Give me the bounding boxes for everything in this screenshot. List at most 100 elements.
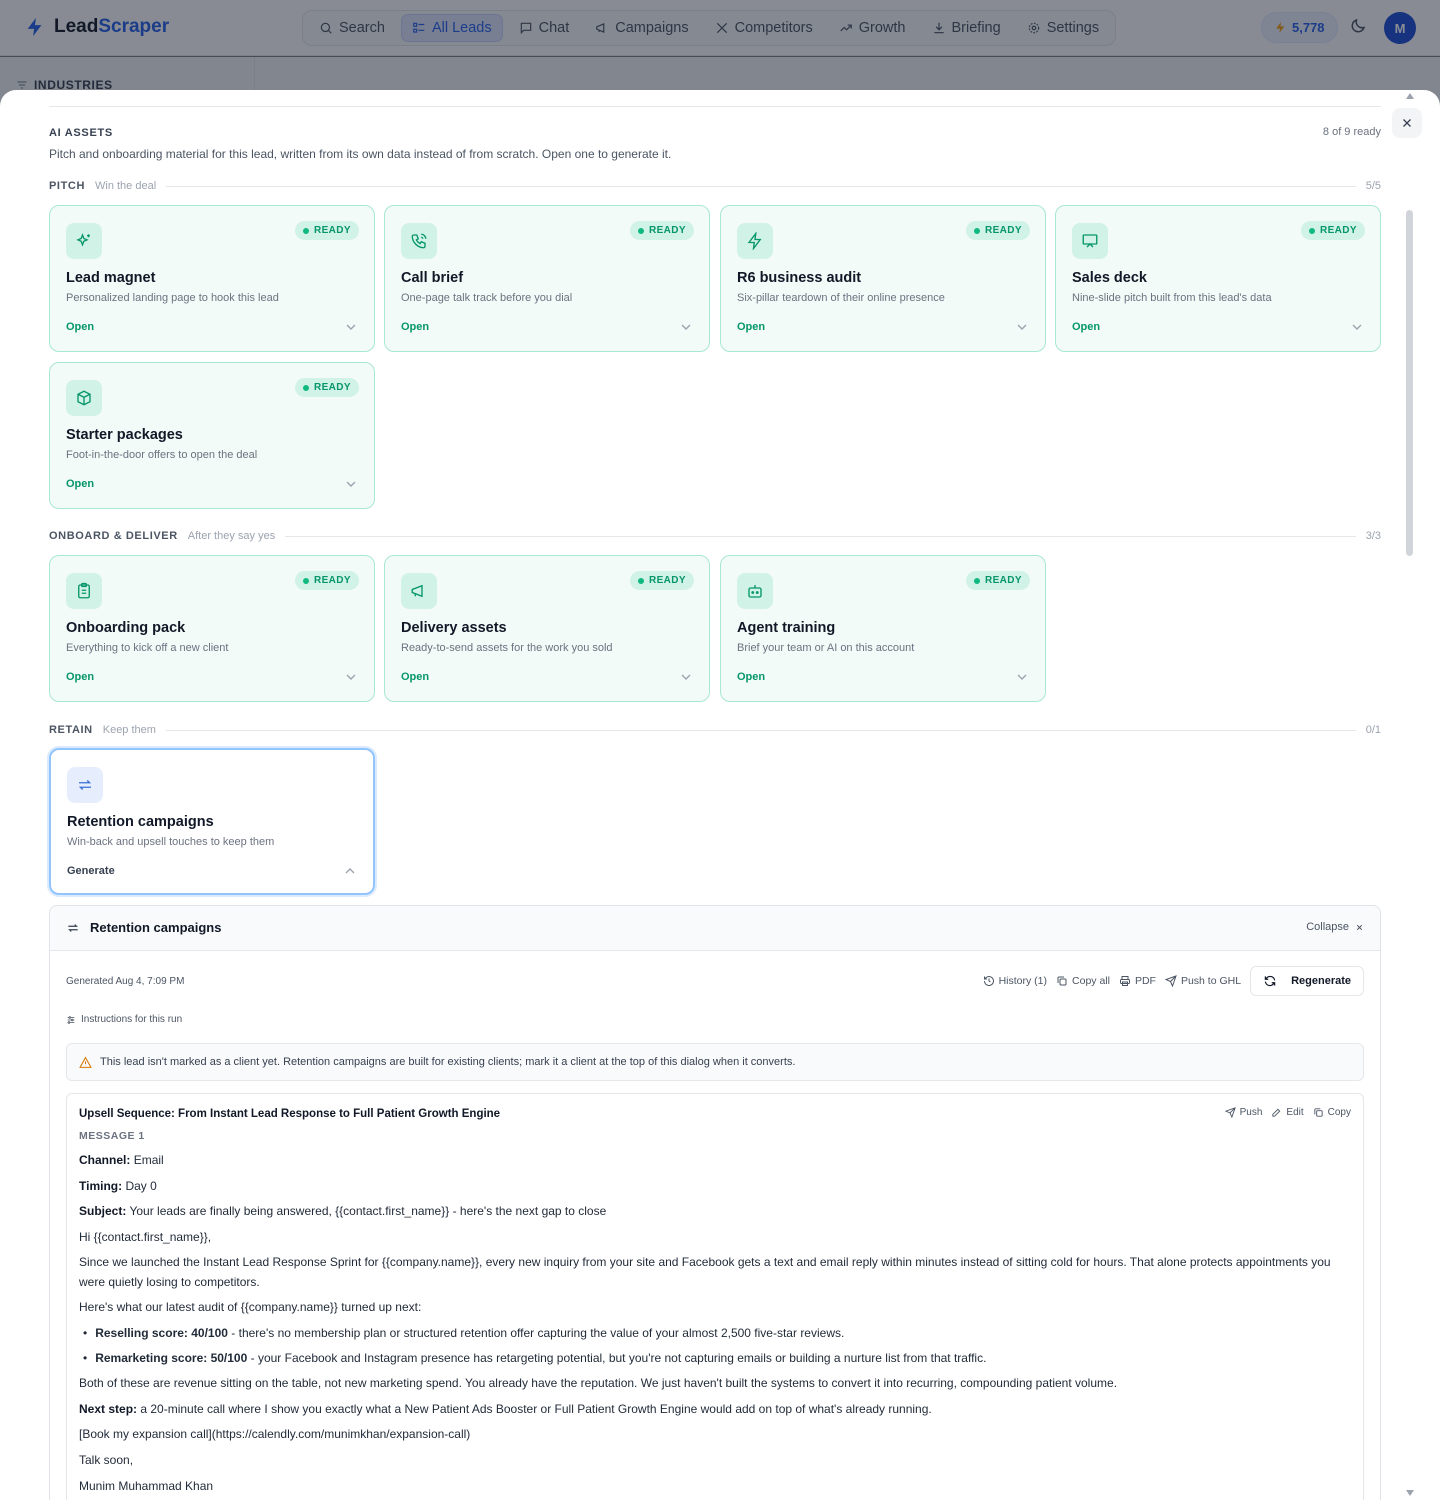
- message-tools: Push Edit Copy: [1224, 1107, 1351, 1118]
- push-to-ghl-button[interactable]: Push to GHL: [1164, 975, 1242, 987]
- warning-icon: [79, 1056, 92, 1068]
- card-open-link[interactable]: Open: [401, 321, 429, 333]
- message-card: Upsell Sequence: From Instant Lead Respo…: [66, 1093, 1364, 1500]
- scroll-up-arrow[interactable]: [1406, 93, 1414, 99]
- asset-card-onboarding-pack[interactable]: READY Onboarding pack Everything to kick…: [49, 555, 375, 702]
- push-label: Push: [1239, 1107, 1263, 1118]
- instructions-toggle[interactable]: Instructions for this run: [66, 1014, 182, 1025]
- status-badge: READY: [629, 571, 694, 590]
- sliders-icon: [67, 1015, 75, 1024]
- section-pitch-header: PITCH Win the deal 5/5: [49, 179, 1381, 193]
- section-count: 5/5: [1365, 180, 1381, 192]
- section-subtitle: Win the deal: [95, 180, 157, 192]
- asset-card-call-brief[interactable]: READY Call brief One-page talk track bef…: [384, 205, 710, 352]
- card-open-link[interactable]: Open: [737, 671, 765, 683]
- clipboard-icon: [66, 573, 102, 609]
- status-badge: READY: [629, 221, 694, 240]
- next-step-line: Next step: a 20-minute call where I show…: [79, 1402, 932, 1416]
- booking-link[interactable]: [Book my expansion call](https://calendl…: [79, 1424, 1353, 1444]
- package-icon: [66, 380, 102, 416]
- bullet-reselling: Reselling score: 40/100 - there's no mem…: [83, 1323, 844, 1343]
- copy-all-button[interactable]: Copy all: [1056, 975, 1110, 987]
- card-description: Win-back and upsell touches to keep them: [67, 836, 275, 848]
- copy-icon: [1057, 976, 1067, 986]
- card-title: Call brief: [401, 270, 464, 286]
- assets-title: AI ASSETS: [49, 127, 113, 139]
- collapse-label: Collapse: [1306, 921, 1349, 933]
- card-description: Nine-slide pitch built from this lead's …: [1072, 292, 1272, 304]
- card-open-link[interactable]: Open: [401, 671, 429, 683]
- card-title: Retention campaigns: [67, 814, 214, 830]
- card-title: Lead magnet: [66, 270, 156, 286]
- close-button[interactable]: [1392, 108, 1422, 138]
- card-open-link[interactable]: Open: [66, 478, 94, 490]
- section-divider: [165, 729, 1356, 731]
- pencil-icon: [1272, 1108, 1281, 1117]
- card-description: Personalized landing page to hook this l…: [66, 292, 279, 304]
- asset-card-delivery-assets[interactable]: READY Delivery assets Ready-to-send asse…: [384, 555, 710, 702]
- card-description: Six-pillar teardown of their online pres…: [737, 292, 945, 304]
- asset-card-starter-packages[interactable]: READY Starter packages Foot-in-the-door …: [49, 362, 375, 509]
- assets-ready-count: 8 of 9 ready: [1322, 126, 1381, 138]
- section-divider: [285, 535, 1356, 537]
- chevron-down-icon[interactable]: [1352, 322, 1362, 332]
- chevron-down-icon[interactable]: [1017, 322, 1027, 332]
- card-description: Foot-in-the-door offers to open the deal: [66, 449, 258, 461]
- chevron-down-icon[interactable]: [346, 479, 356, 489]
- copy-button[interactable]: Copy: [1313, 1107, 1351, 1118]
- chevron-up-icon[interactable]: [345, 866, 355, 876]
- pdf-button[interactable]: PDF: [1119, 975, 1156, 987]
- card-generate-link[interactable]: Generate: [67, 865, 115, 877]
- card-description: One-page talk track before you dial: [401, 292, 573, 304]
- chevron-down-icon[interactable]: [346, 672, 356, 682]
- printer-icon: [1119, 976, 1130, 986]
- card-open-link[interactable]: Open: [66, 321, 94, 333]
- history-label: History (1): [998, 975, 1048, 987]
- presentation-icon: [1072, 223, 1108, 259]
- close-icon: [1356, 924, 1363, 930]
- dialog-top-divider: [49, 106, 1381, 107]
- generated-timestamp: Generated Aug 4, 7:09 PM: [66, 976, 185, 987]
- greeting: Hi {{contact.first_name}},: [79, 1230, 212, 1244]
- chevron-down-icon[interactable]: [346, 322, 356, 332]
- dialog-scrollbar[interactable]: [1406, 210, 1413, 556]
- panel-header: Retention campaigns Collapse: [50, 906, 1380, 951]
- send-icon: [1224, 1107, 1236, 1118]
- asset-card-retention-campaigns[interactable]: Retention campaigns Win-back and upsell …: [49, 748, 375, 895]
- copy-all-label: Copy all: [1072, 975, 1110, 987]
- paragraph-3: Both of these are revenue sitting on the…: [79, 1376, 1118, 1390]
- chevron-down-icon[interactable]: [681, 672, 691, 682]
- status-badge: READY: [294, 221, 359, 240]
- bolt-icon: [737, 223, 773, 259]
- regenerate-button[interactable]: Regenerate: [1250, 966, 1364, 996]
- chevron-down-icon[interactable]: [1017, 672, 1027, 682]
- paragraph-2: Here's what our latest audit of {{compan…: [79, 1300, 422, 1314]
- edit-button[interactable]: Edit: [1271, 1107, 1304, 1118]
- push-button[interactable]: Push: [1224, 1107, 1263, 1118]
- card-open-link[interactable]: Open: [737, 321, 765, 333]
- push-to-ghl-label: Push to GHL: [1180, 975, 1242, 987]
- timing-line: Timing: Day 0: [79, 1179, 157, 1193]
- asset-card-lead-magnet[interactable]: READY Lead magnet Personalized landing p…: [49, 205, 375, 352]
- lead-dialog: AI ASSETS 8 of 9 ready Pitch and onboard…: [0, 90, 1440, 1500]
- section-name: RETAIN: [49, 724, 93, 736]
- asset-card-agent-training[interactable]: READY Agent training Brief your team or …: [720, 555, 1046, 702]
- status-badge: READY: [294, 571, 359, 590]
- channel-line: Channel: Email: [79, 1153, 164, 1167]
- card-title: Agent training: [737, 620, 836, 636]
- card-open-link[interactable]: Open: [1072, 321, 1100, 333]
- asset-card-business-audit[interactable]: READY R6 business audit Six-pillar teard…: [720, 205, 1046, 352]
- instructions-label: Instructions for this run: [81, 1014, 183, 1025]
- asset-card-sales-deck[interactable]: READY Sales deck Nine-slide pitch built …: [1055, 205, 1381, 352]
- history-button[interactable]: History (1): [983, 975, 1047, 987]
- scroll-down-arrow[interactable]: [1406, 1490, 1414, 1496]
- card-open-link[interactable]: Open: [66, 671, 94, 683]
- send-icon: [1164, 975, 1177, 987]
- repeat-icon: [66, 921, 80, 935]
- chevron-down-icon[interactable]: [681, 322, 691, 332]
- collapse-button[interactable]: Collapse: [1306, 921, 1364, 933]
- card-description: Everything to kick off a new client: [66, 642, 229, 654]
- repeat-icon: [67, 767, 103, 803]
- status-badge: READY: [965, 571, 1030, 590]
- status-badge: READY: [1300, 221, 1365, 240]
